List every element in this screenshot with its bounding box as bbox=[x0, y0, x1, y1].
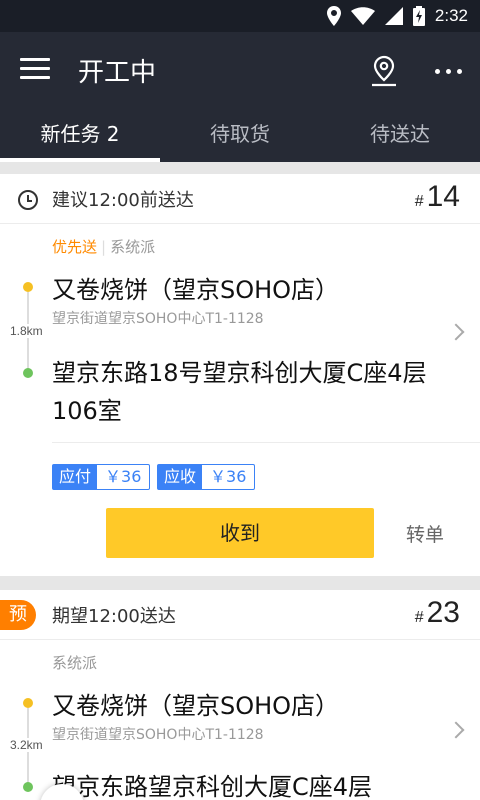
cell-signal-icon bbox=[384, 7, 403, 25]
collect-value: ￥36 bbox=[210, 467, 247, 486]
order-header: 预 期望12:00送达 #23 bbox=[0, 590, 480, 640]
battery-charging-icon bbox=[412, 6, 425, 26]
pay-tag: 应付 ￥36 bbox=[52, 464, 151, 490]
delivery-address: 望京东路18号望京科创大厦C座4层106室 bbox=[52, 359, 427, 425]
distance-label: 3.2km bbox=[10, 738, 43, 752]
tab-to-pickup[interactable]: 待取货 bbox=[160, 110, 320, 162]
order-tags: 优先送 | 系统派 bbox=[52, 238, 156, 256]
menu-icon[interactable] bbox=[20, 58, 50, 84]
dispatch-tag: 系统派 bbox=[110, 238, 156, 256]
location-icon bbox=[326, 6, 341, 26]
transfer-order-button[interactable]: 转单 bbox=[406, 520, 444, 547]
order-header: 建议12:00前送达 #14 bbox=[0, 174, 480, 224]
order-number-value: 14 bbox=[426, 180, 460, 213]
shop-name: 又卷烧饼（望京SOHO店） bbox=[52, 276, 340, 304]
shop-address: 望京街道望京SOHO中心T1-1128 bbox=[52, 727, 264, 743]
dispatch-tag: 系统派 bbox=[52, 654, 98, 672]
delivery-deadline: 建议12:00前送达 bbox=[52, 190, 194, 211]
pay-value: ￥36 bbox=[105, 467, 142, 486]
wifi-icon bbox=[350, 7, 375, 25]
chevron-right-icon[interactable] bbox=[447, 721, 465, 739]
divider bbox=[52, 442, 480, 443]
accept-order-button[interactable]: 收到 bbox=[106, 508, 374, 558]
tab-to-deliver[interactable]: 待送达 bbox=[320, 110, 480, 162]
shop-address: 望京街道望京SOHO中心T1-1128 bbox=[52, 311, 264, 327]
tab-new-tasks[interactable]: 新任务 2 bbox=[0, 110, 160, 162]
shop-name: 又卷烧饼（望京SOHO店） bbox=[52, 692, 340, 720]
priority-tag: 优先送 bbox=[52, 238, 98, 256]
order-number-value: 23 bbox=[426, 596, 460, 629]
collect-label: 应收 bbox=[158, 465, 203, 489]
pay-label: 应付 bbox=[53, 465, 98, 489]
order-hash: # bbox=[414, 193, 424, 210]
page-title: 开工中 bbox=[78, 58, 157, 88]
tab-bar: 新任务 2 待取货 待送达 bbox=[0, 110, 480, 162]
preorder-badge: 预 bbox=[0, 600, 36, 630]
clock-icon bbox=[18, 190, 38, 210]
clock-time: 2:32 bbox=[434, 6, 468, 25]
dropoff-dot bbox=[23, 782, 33, 792]
pickup-dot bbox=[23, 282, 33, 292]
order-number: #23 bbox=[415, 596, 460, 630]
order-number: #14 bbox=[415, 180, 460, 214]
map-pin-icon[interactable] bbox=[368, 54, 400, 88]
order-card[interactable]: 预 期望12:00送达 #23 系统派 3.2km 又卷烧饼（望京SOHO店） … bbox=[0, 590, 480, 800]
collect-tag: 应收 ￥36 bbox=[157, 464, 256, 490]
status-bar: 2:32 bbox=[0, 0, 480, 32]
chevron-right-icon[interactable] bbox=[447, 323, 465, 341]
more-icon[interactable] bbox=[430, 56, 466, 86]
distance-label: 1.8km bbox=[10, 324, 43, 338]
delivery-deadline: 期望12:00送达 bbox=[52, 606, 176, 627]
dropoff-dot bbox=[23, 368, 33, 378]
order-hash: # bbox=[414, 609, 424, 626]
app-bar: 开工中 bbox=[0, 32, 480, 110]
delivery-address: 望京东路望京科创大厦C座4层 bbox=[52, 773, 373, 800]
pickup-dot bbox=[23, 698, 33, 708]
order-tags: 系统派 bbox=[52, 652, 97, 673]
order-card[interactable]: 建议12:00前送达 #14 优先送 | 系统派 1.8km 又卷烧饼（望京SOHO… bbox=[0, 174, 480, 576]
